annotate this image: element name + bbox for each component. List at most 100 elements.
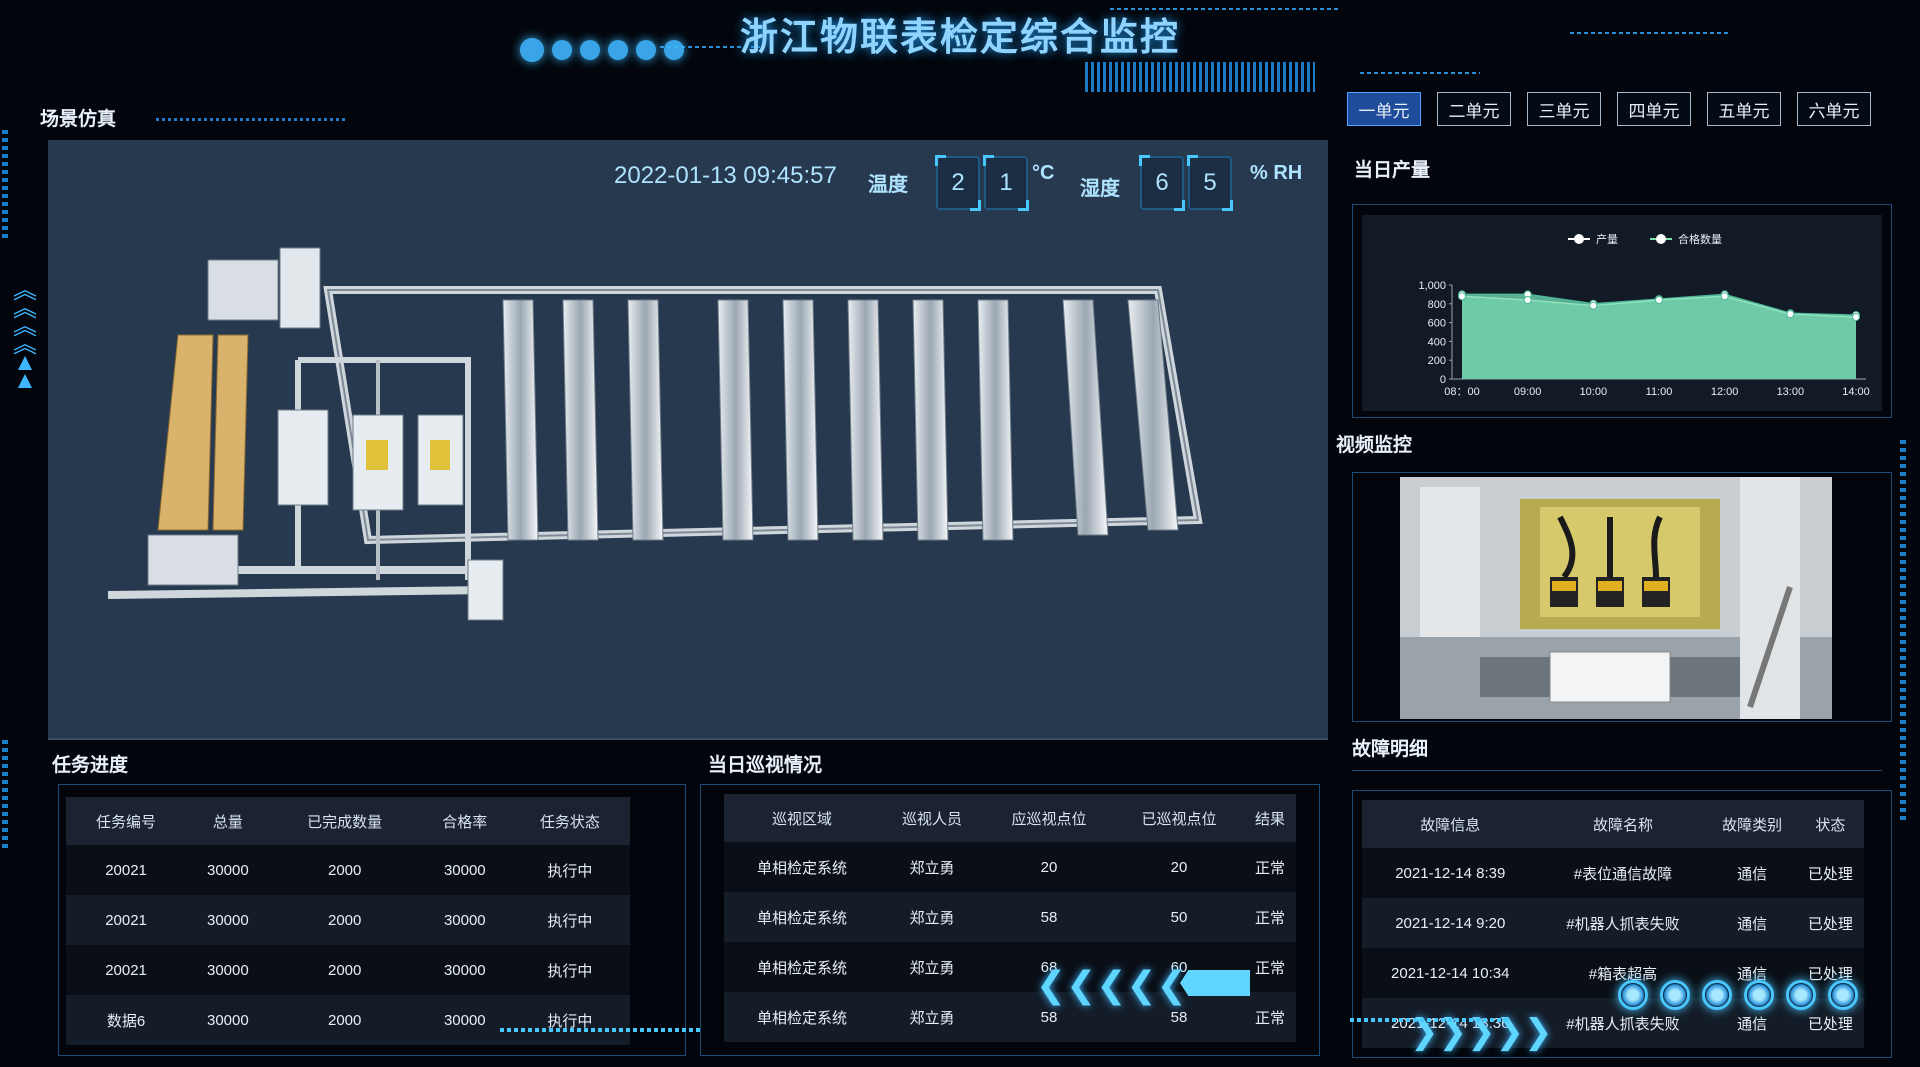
patrol-result: 正常 (1243, 992, 1296, 1042)
bottom-deco-line-left (500, 1028, 700, 1032)
patrol-result: 正常 (1243, 942, 1296, 992)
task-status: 执行中 (509, 895, 630, 945)
tasks-title: 任务进度 (52, 755, 129, 776)
data-point (1786, 310, 1795, 319)
production-chart: 0 200 400 600 800 1,000 08：00 09:00 10:00 11:00 12… (1362, 215, 1882, 411)
left-chevron-icon: ︽ ︽ ︽ ︽ ▲ ▲ (13, 277, 37, 394)
patrol-col-result: 结果 (1243, 794, 1296, 842)
video-feed[interactable] (1400, 477, 1832, 719)
series-area-0 (1462, 294, 1856, 379)
patrol-person: 郑立勇 (879, 992, 984, 1042)
patrol-done: 20 (1113, 842, 1244, 892)
patrol-col-person: 巡视人员 (879, 794, 984, 842)
production-title: 当日产量 (1354, 160, 1431, 181)
chevron-bar-icon (1180, 970, 1250, 996)
legend-label: 合格数量 (1678, 232, 1722, 246)
legend-label: 产量 (1596, 232, 1618, 246)
patrol-person: 郑立勇 (879, 892, 984, 942)
x-tick-label: 11:00 (1646, 386, 1673, 398)
patrol-result: 正常 (1243, 892, 1296, 942)
table-row[interactable]: 数据6 30000 2000 30000 执行中 (66, 995, 630, 1045)
faults-col-type: 故障类别 (1707, 800, 1797, 848)
x-tick-label: 09:00 (1514, 386, 1542, 398)
table-row[interactable]: 20021 30000 2000 30000 执行中 (66, 945, 630, 995)
header-deco-bars (1085, 62, 1315, 92)
task-status: 执行中 (509, 845, 630, 895)
task-total: 30000 (186, 995, 270, 1045)
fault-time: 2021-12-14 10:34 (1362, 948, 1539, 998)
task-status: 执行中 (509, 995, 630, 1045)
patrol-title: 当日巡视情况 (708, 755, 823, 776)
y-tick-label: 800 (1428, 299, 1446, 311)
data-point (1852, 312, 1860, 321)
table-row[interactable]: 20021 30000 2000 30000 执行中 (66, 845, 630, 895)
header-deco-line-top-2 (1570, 32, 1730, 34)
video-title: 视频监控 (1336, 435, 1413, 456)
task-id: 20021 (66, 895, 187, 945)
tasks-col-status: 任务状态 (509, 797, 630, 845)
simulation-title-deco (156, 118, 346, 121)
scene-simulation-panel[interactable]: 2022-01-13 09:45:57 温度 2 1 °C 湿度 6 5 % R… (48, 140, 1328, 740)
patrol-table: 巡视区域 巡视人员 应巡视点位 已巡视点位 结果 单相检定系统 郑立勇 20 20 正常… (724, 794, 1296, 1042)
fault-status: 已处理 (1796, 848, 1864, 898)
patrol-planned: 20 (983, 842, 1114, 892)
y-tick-label: 600 (1428, 318, 1446, 330)
task-id: 数据6 (66, 995, 187, 1045)
task-rate: 30000 (419, 845, 510, 895)
chevrons-left-icon: ❮❮❮❮❮ (1036, 964, 1187, 1005)
table-row[interactable]: 单相检定系统 郑立勇 58 58 正常 (724, 992, 1296, 1042)
x-tick-label: 13:00 (1777, 386, 1805, 398)
patrol-person: 郑立勇 (879, 942, 984, 992)
x-tick-label: 14:00 (1842, 386, 1870, 398)
y-tick-label: 200 (1428, 355, 1446, 367)
data-point (1655, 296, 1663, 305)
x-tick-label: 12:00 (1711, 386, 1739, 398)
patrol-done: 50 (1113, 892, 1244, 942)
left-edge-bar-bottom (2, 740, 8, 850)
task-done: 2000 (269, 845, 420, 895)
tab-unit-4[interactable]: 四单元 (1617, 92, 1691, 126)
table-row[interactable]: 单相检定系统 郑立勇 20 20 正常 (724, 842, 1296, 892)
task-rate: 30000 (419, 945, 510, 995)
patrol-area: 单相检定系统 (724, 892, 880, 942)
patrol-area: 单相检定系统 (724, 942, 880, 992)
patrol-person: 郑立勇 (879, 842, 984, 892)
tab-unit-6[interactable]: 六单元 (1797, 92, 1871, 126)
fault-type: 通信 (1707, 898, 1797, 948)
task-rate: 30000 (419, 895, 510, 945)
y-tick-label: 0 (1440, 374, 1446, 386)
patrol-result: 正常 (1243, 842, 1296, 892)
task-done: 2000 (269, 995, 420, 1045)
y-tick-label: 1,000 (1418, 280, 1446, 292)
table-row[interactable]: 2021-12-14 9:20 #机器人抓表失败 通信 已处理 (1362, 898, 1864, 948)
faults-title: 故障明细 (1352, 739, 1429, 760)
task-id: 20021 (66, 845, 187, 895)
fault-time: 2021-12-14 8:39 (1362, 848, 1539, 898)
tab-unit-5[interactable]: 五单元 (1707, 92, 1781, 126)
table-row[interactable]: 20021 30000 2000 30000 执行中 (66, 895, 630, 945)
patrol-area: 单相检定系统 (724, 842, 880, 892)
bottom-glow-dots (1618, 980, 1858, 1010)
header-deco-line-right (1360, 72, 1480, 74)
tab-unit-2[interactable]: 二单元 (1437, 92, 1511, 126)
table-row[interactable]: 2021-12-14 8:39 #表位通信故障 通信 已处理 (1362, 848, 1864, 898)
x-tick-label: 08：00 (1444, 386, 1479, 398)
patrol-col-planned: 应巡视点位 (983, 794, 1114, 842)
production-chart-svg: 0 200 400 600 800 1,000 08：00 09:00 10:00 11:00 12… (1418, 232, 1870, 398)
faults-col-status: 状态 (1796, 800, 1864, 848)
right-edge-bar (1900, 440, 1906, 820)
legend-marker (1656, 234, 1666, 244)
tab-unit-3[interactable]: 三单元 (1527, 92, 1601, 126)
legend-marker (1574, 234, 1584, 244)
table-row[interactable]: 单相检定系统 郑立勇 58 50 正常 (724, 892, 1296, 942)
fault-type: 通信 (1707, 848, 1797, 898)
fault-time: 2021-12-14 9:20 (1362, 898, 1539, 948)
faults-table: 故障信息 故障名称 故障类别 状态 2021-12-14 8:39 #表位通信故障… (1362, 800, 1864, 1048)
patrol-planned: 58 (983, 892, 1114, 942)
x-tick-label: 10:00 (1580, 386, 1608, 398)
tasks-col-rate: 合格率 (419, 797, 510, 845)
tab-unit-1[interactable]: 一单元 (1347, 92, 1421, 126)
task-id: 20021 (66, 945, 187, 995)
data-point (1720, 292, 1729, 301)
y-tick-label: 400 (1428, 336, 1446, 348)
